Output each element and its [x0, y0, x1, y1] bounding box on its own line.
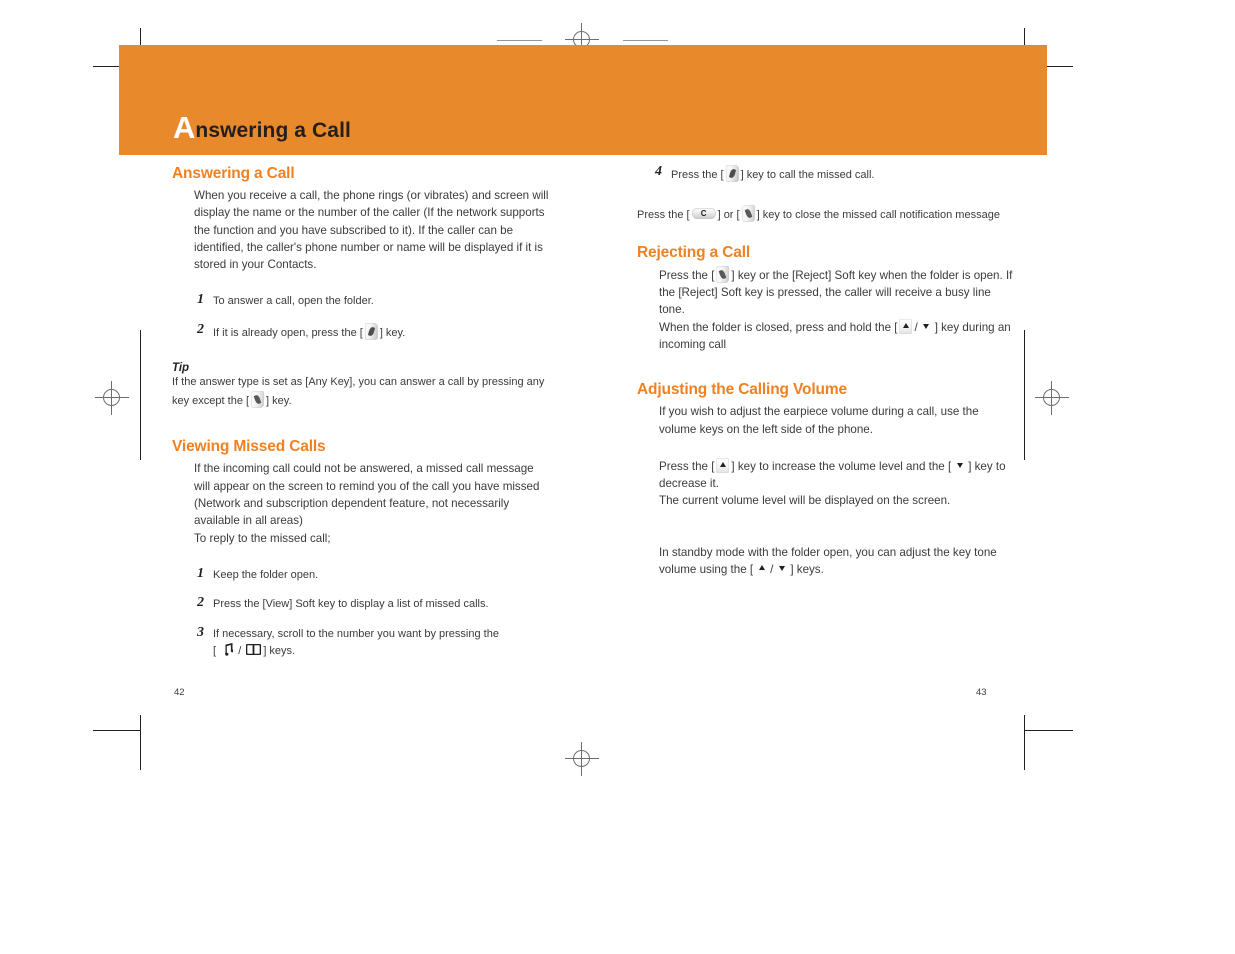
step-number: 2: [197, 321, 204, 337]
bleed-line-right: [1024, 330, 1025, 460]
note-text-before: Press the [: [637, 208, 690, 221]
step-missed-2: 2 Press the [View] Soft key to display a…: [172, 595, 552, 614]
standby-separator: /: [770, 563, 774, 577]
page-number-right: 43: [976, 687, 987, 698]
tip-label: Tip: [172, 362, 190, 375]
step-missed-3: 3 If necessary, scroll to the number you…: [172, 624, 552, 661]
step-text-separator: /: [238, 645, 242, 658]
tip-text-before: If the answer type is set as [Any Key], …: [172, 376, 545, 408]
bleed-line-left: [140, 330, 141, 460]
step-number: 1: [197, 565, 204, 581]
paragraph-volume-intro: If you wish to adjust the earpiece volum…: [659, 405, 979, 436]
send-key-icon: [364, 322, 378, 340]
page-title-text: nswering a Call: [195, 119, 351, 142]
paragraph-rejecting-line1: Press the [] key or the [Reject] Soft ke…: [659, 265, 1017, 319]
end-key-icon: [741, 204, 755, 222]
page-number-left: 42: [174, 687, 185, 698]
paragraph-close-notification: Press the [ ] or [ ] key to close the miss…: [637, 204, 1017, 224]
step-answer-2: 2 If it is already open, press the [ ] ke…: [172, 321, 552, 343]
music-note-key-icon: [221, 643, 234, 657]
crop-mark-bottom-left-horizontal: [93, 730, 141, 731]
tip-body: If the answer type is set as [Any Key], …: [172, 374, 552, 410]
clear-key-icon: [691, 207, 716, 220]
step-text-before: If it is already open, press the [: [213, 326, 363, 339]
registration-mark-left-middle: [95, 381, 129, 415]
step-text: To answer a call, open the folder.: [213, 295, 374, 308]
heading-rejecting-a-call: Rejecting a Call: [637, 243, 751, 261]
volume-text-mid: ] key to increase the volume level and t…: [731, 459, 952, 473]
end-key-icon: [251, 391, 265, 409]
standby-text-after: ] keys.: [790, 563, 824, 577]
step-text-before: If necessary, scroll to the number you w…: [213, 627, 499, 640]
standby-text-before: In standby mode with the folder open, yo…: [659, 545, 997, 577]
volume-down-key-icon: [953, 458, 966, 473]
volume-down-key-icon: [920, 319, 933, 334]
step-number: 2: [197, 595, 204, 611]
volume-down-key-icon: [775, 561, 788, 576]
step-text-bracket-open: [: [213, 645, 217, 658]
heading-adjusting-the-calling-volume: Adjusting the Calling Volume: [637, 381, 847, 399]
step-text-after: ] key to call the missed call.: [740, 169, 875, 181]
step-text-after: ] key.: [379, 326, 406, 339]
step-missed-4: 4 Press the [ ] key to call the missed ca…: [637, 164, 1017, 185]
reject-hold-separator: /: [914, 320, 918, 334]
note-text-after: ] key to close the missed call notificat…: [756, 208, 1000, 221]
step-missed-1: 1 Keep the folder open.: [172, 565, 552, 585]
volume-up-key-icon: [716, 457, 730, 473]
heading-answering-a-call: Answering a Call: [172, 165, 295, 182]
step-number: 1: [197, 292, 204, 308]
heading-viewing-missed-calls: Viewing Missed Calls: [172, 438, 326, 456]
paragraph-answering-intro: When you receive a call, the phone rings…: [194, 189, 549, 272]
step-number: 3: [197, 624, 204, 640]
step-text: Keep the folder open.: [213, 568, 319, 581]
reject-text-before: Press the [: [659, 268, 715, 282]
drop-cap-letter: A: [173, 110, 196, 145]
trim-rule-top-right: [623, 40, 668, 41]
chapter-header-band: Answering a Call: [119, 45, 1047, 155]
step-text-before: Press the [: [671, 169, 724, 181]
paragraph-volume-level-display: The current volume level will be display…: [659, 494, 951, 508]
note-text-mid: ] or [: [717, 208, 740, 221]
step-number: 4: [655, 164, 662, 179]
registration-mark-right-middle: [1035, 381, 1069, 415]
end-key-icon: [716, 265, 730, 283]
paragraph-volume-keys: Press the [ ] key to increase the volume …: [659, 457, 1017, 493]
page-title: Answering a Call: [173, 112, 351, 143]
step-answer-1: 1 To answer a call, open the folder.: [172, 292, 552, 311]
trim-rule-top: [497, 40, 542, 41]
registration-mark-bottom-center: [565, 742, 599, 776]
right-column: 4 Press the [ ] key to call the missed ca…: [637, 164, 1017, 579]
crop-mark-bottom-right-vertical: [1024, 715, 1025, 770]
volume-up-key-icon: [755, 561, 768, 576]
reject-hold-text-before: When the folder is closed, press and hol…: [659, 320, 898, 334]
step-text: Press the [View] Soft key to display a l…: [213, 598, 489, 611]
step-text-after: ] keys.: [263, 645, 296, 658]
crop-mark-bottom-right-horizontal: [1025, 730, 1073, 731]
book-key-icon: [246, 644, 262, 656]
tip-text-after: ] key.: [266, 395, 292, 408]
volume-up-key-icon: [899, 318, 913, 334]
paragraph-standby-key-tone: In standby mode with the folder open, yo…: [659, 544, 1017, 579]
left-column: Answering a Call When you receive a call…: [172, 165, 552, 661]
send-key-icon: [725, 165, 739, 182]
volume-text-before: Press the [: [659, 459, 715, 473]
paragraph-missed-calls-intro: If the incoming call could not be answer…: [194, 462, 540, 545]
crop-mark-bottom-left-vertical: [140, 715, 141, 770]
paragraph-rejecting-line2: When the folder is closed, press and hol…: [659, 318, 1017, 354]
